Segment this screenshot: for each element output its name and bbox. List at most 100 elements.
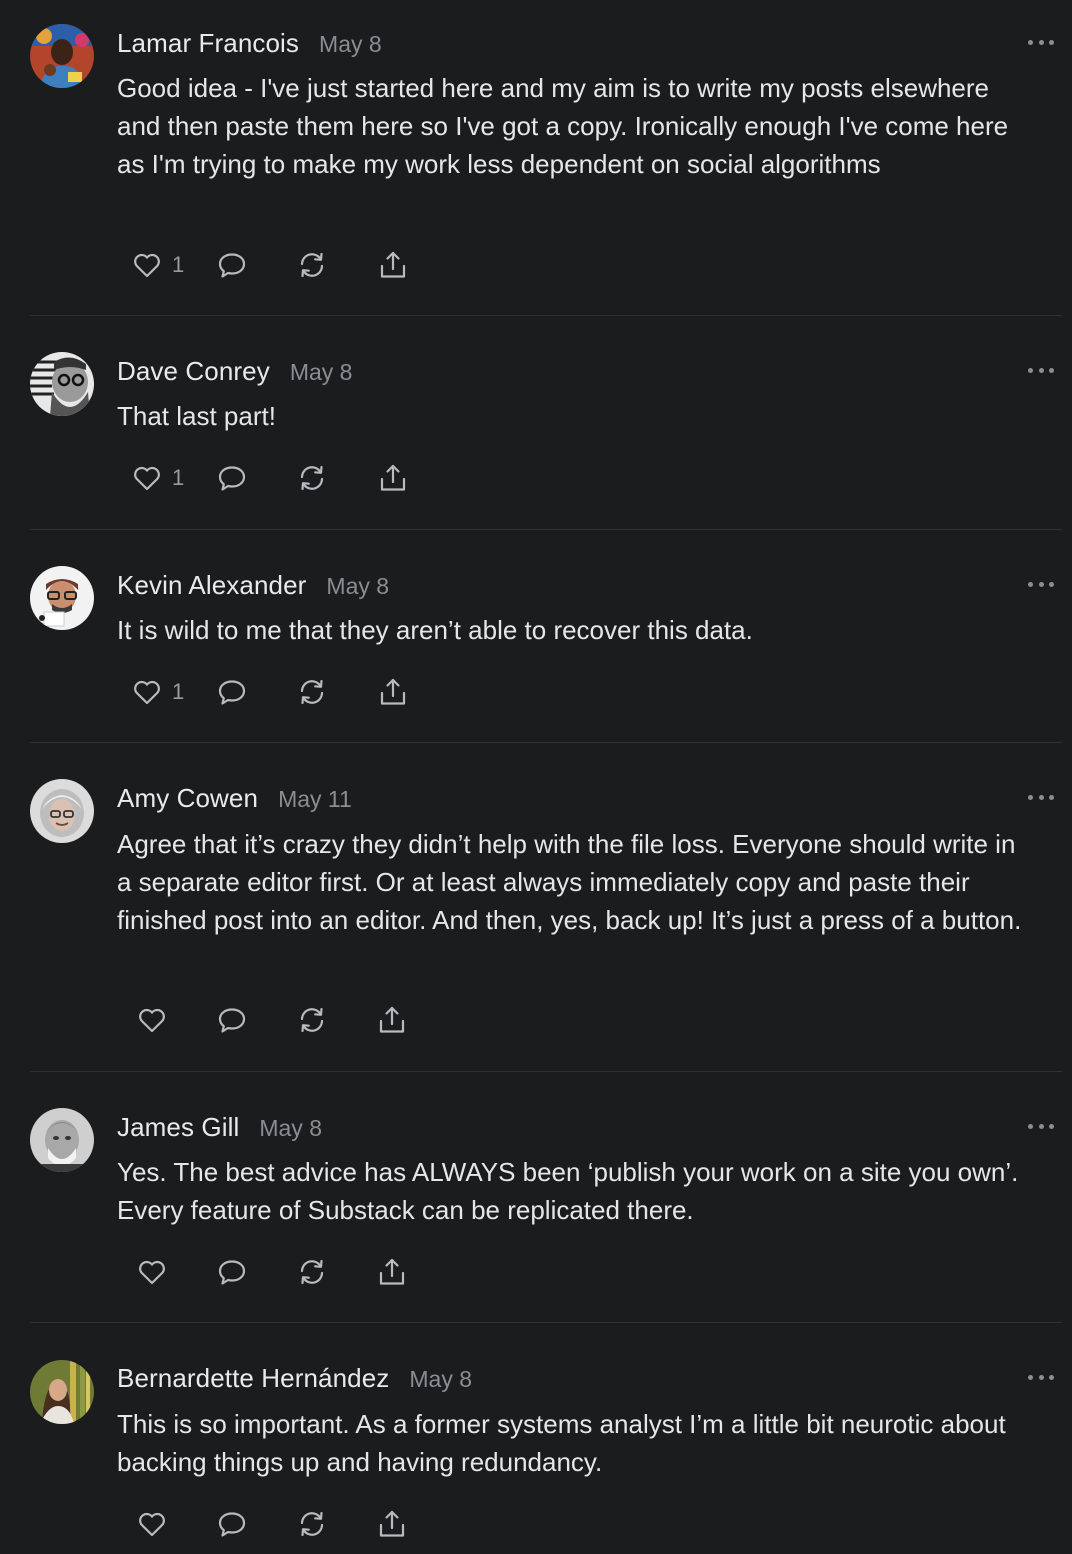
author-name[interactable]: Dave Conrey	[117, 356, 270, 387]
avatar[interactable]	[30, 1108, 94, 1172]
comment-text: Yes. The best advice has ALWAYS been ‘pu…	[117, 1157, 1019, 1226]
share-button[interactable]	[376, 458, 410, 498]
heart-icon	[135, 1255, 169, 1289]
divider	[30, 1071, 1062, 1072]
more-options-button[interactable]	[1028, 792, 1054, 802]
share-upload-icon	[375, 1003, 409, 1037]
share-button[interactable]	[375, 1504, 409, 1544]
comment-date[interactable]: May 11	[278, 786, 352, 813]
reply-button[interactable]	[215, 672, 249, 712]
share-upload-icon	[375, 1507, 409, 1541]
avatar[interactable]	[30, 352, 94, 416]
like-button[interactable]	[135, 1504, 169, 1544]
author-name[interactable]: Lamar Francois	[117, 28, 299, 59]
share-button[interactable]	[376, 672, 410, 712]
comment-header: Kevin Alexander May 8	[117, 570, 389, 604]
reply-button[interactable]	[215, 1000, 249, 1040]
author-name[interactable]: James Gill	[117, 1112, 239, 1143]
more-options-button[interactable]	[1028, 37, 1054, 47]
divider	[30, 315, 1062, 316]
share-upload-icon	[376, 248, 410, 282]
restack-arrows-icon	[295, 248, 329, 282]
ellipsis-icon	[1028, 1123, 1033, 1129]
comment-header: James Gill May 8	[117, 1112, 322, 1146]
avatar[interactable]	[30, 566, 94, 630]
more-options-button[interactable]	[1028, 365, 1054, 375]
comment-date[interactable]: May 8	[290, 359, 353, 386]
restack-arrows-icon	[295, 1255, 329, 1289]
comment-text: It is wild to me that they aren’t able t…	[117, 615, 753, 645]
author-name[interactable]: Kevin Alexander	[117, 570, 306, 601]
restack-button[interactable]	[295, 672, 329, 712]
restack-button[interactable]	[295, 1252, 329, 1292]
more-options-button[interactable]	[1028, 1372, 1054, 1382]
avatar[interactable]	[30, 779, 94, 843]
comment-bubble-icon	[215, 461, 249, 495]
ellipsis-icon	[1028, 794, 1033, 800]
like-count: 1	[172, 465, 185, 490]
comment-header: Dave Conrey May 8	[117, 356, 352, 390]
comment-date[interactable]: May 8	[319, 31, 382, 58]
comment-header: Bernardette Hernández May 8	[117, 1363, 472, 1397]
share-upload-icon	[376, 675, 410, 709]
comment-text: Agree that it’s crazy they didn’t help w…	[117, 829, 1022, 936]
action-bar: 1	[130, 672, 410, 712]
restack-arrows-icon	[295, 1507, 329, 1541]
comment-date[interactable]: May 8	[409, 1366, 472, 1393]
heart-icon	[130, 248, 164, 282]
reply-button[interactable]	[215, 1504, 249, 1544]
author-name[interactable]: Bernardette Hernández	[117, 1363, 389, 1394]
comment-date[interactable]: May 8	[326, 573, 389, 600]
comment-date[interactable]: May 8	[259, 1115, 322, 1142]
comment-text: That last part!	[117, 401, 276, 431]
heart-icon	[135, 1507, 169, 1541]
like-button[interactable]: 1	[130, 245, 186, 285]
avatar[interactable]	[30, 1360, 94, 1424]
author-name[interactable]: Amy Cowen	[117, 783, 258, 814]
like-button[interactable]	[135, 1252, 169, 1292]
action-bar: 1	[130, 458, 410, 498]
action-bar	[135, 1000, 409, 1040]
comments-feed: Lamar Francois May 8 Good idea - I've ju…	[0, 0, 1072, 1554]
reply-button[interactable]	[215, 458, 249, 498]
like-count: 1	[172, 252, 185, 277]
comment-bubble-icon	[215, 675, 249, 709]
restack-button[interactable]	[295, 245, 329, 285]
ellipsis-icon	[1028, 581, 1033, 587]
like-button[interactable]: 1	[130, 458, 186, 498]
comment-bubble-icon	[215, 1507, 249, 1541]
more-options-button[interactable]	[1028, 579, 1054, 589]
comment-bubble-icon	[215, 1255, 249, 1289]
like-button[interactable]: 1	[130, 672, 186, 712]
ellipsis-icon	[1028, 367, 1033, 373]
reply-button[interactable]	[215, 245, 249, 285]
restack-arrows-icon	[295, 675, 329, 709]
heart-icon	[130, 461, 164, 495]
comment-header: Lamar Francois May 8	[117, 28, 382, 62]
restack-arrows-icon	[295, 461, 329, 495]
share-button[interactable]	[375, 1252, 409, 1292]
like-count: 1	[172, 679, 185, 704]
divider	[30, 1322, 1062, 1323]
comment-header: Amy Cowen May 11	[117, 783, 352, 817]
more-options-button[interactable]	[1028, 1121, 1054, 1131]
heart-icon	[135, 1003, 169, 1037]
restack-button[interactable]	[295, 458, 329, 498]
restack-button[interactable]	[295, 1504, 329, 1544]
action-bar	[135, 1504, 409, 1544]
like-button[interactable]	[135, 1000, 169, 1040]
comment-text: Good idea - I've just started here and m…	[117, 73, 1009, 180]
comment-text: This is so important. As a former system…	[117, 1409, 1006, 1478]
divider	[30, 742, 1062, 743]
share-button[interactable]	[375, 1000, 409, 1040]
reply-button[interactable]	[215, 1252, 249, 1292]
share-upload-icon	[375, 1255, 409, 1289]
avatar[interactable]	[30, 24, 94, 88]
ellipsis-icon	[1028, 39, 1033, 45]
restack-button[interactable]	[295, 1000, 329, 1040]
comment-bubble-icon	[215, 248, 249, 282]
share-button[interactable]	[376, 245, 410, 285]
heart-icon	[130, 675, 164, 709]
action-bar	[135, 1252, 409, 1292]
action-bar: 1	[130, 245, 410, 285]
